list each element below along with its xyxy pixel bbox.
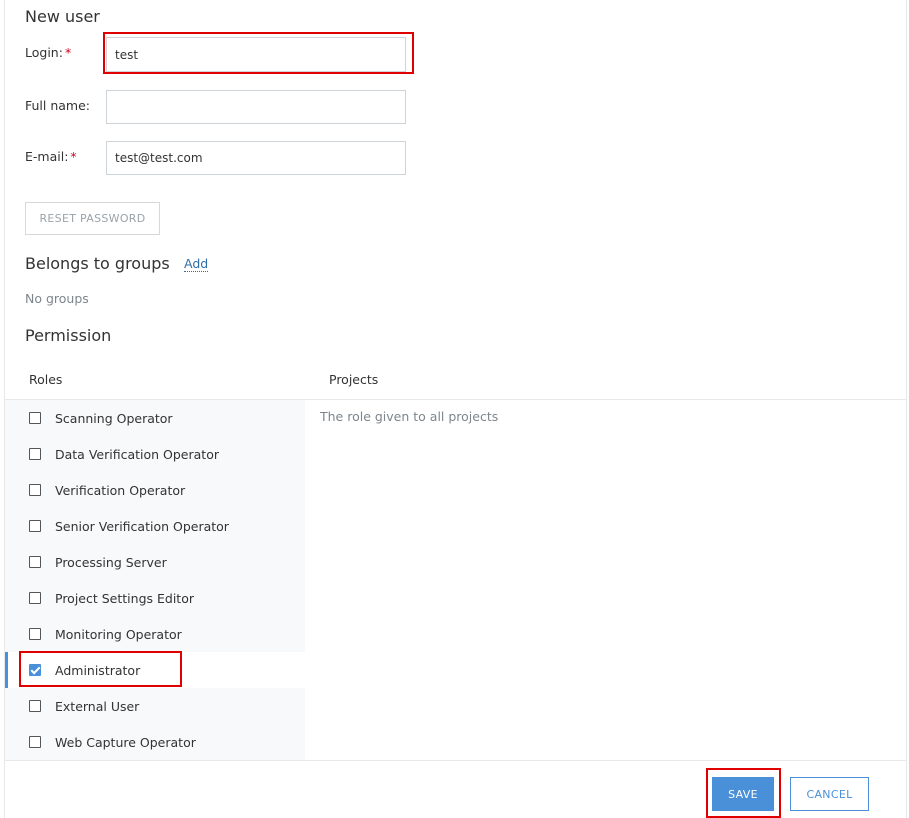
role-item-administrator[interactable]: Administrator [5, 652, 305, 688]
role-label: Project Settings Editor [55, 590, 194, 606]
role-checkbox[interactable] [29, 412, 41, 424]
groups-title: Belongs to groups [25, 254, 170, 273]
permission-title: Permission [25, 326, 112, 345]
role-item-scanning-operator[interactable]: Scanning Operator [5, 400, 305, 436]
role-checkbox[interactable] [29, 736, 41, 748]
roles-header: Roles [29, 372, 63, 387]
projects-note: The role given to all projects [320, 409, 499, 424]
required-mark: * [64, 45, 72, 60]
required-mark: * [70, 149, 77, 164]
reset-password-button[interactable]: RESET PASSWORD [25, 202, 160, 235]
role-checkbox[interactable] [29, 484, 41, 496]
role-label: Senior Verification Operator [55, 518, 229, 534]
login-input[interactable] [106, 37, 406, 72]
role-item-data-verification-operator[interactable]: Data Verification Operator [5, 436, 305, 472]
role-checkbox-checked[interactable] [29, 664, 41, 676]
add-group-link[interactable]: Add [184, 256, 209, 272]
role-checkbox[interactable] [29, 556, 41, 568]
role-checkbox[interactable] [29, 700, 41, 712]
role-item-external-user[interactable]: External User [5, 688, 305, 724]
role-checkbox[interactable] [29, 628, 41, 640]
projects-header: Projects [329, 372, 379, 387]
role-label: Administrator [55, 662, 141, 678]
email-label: E-mail: * [25, 149, 77, 164]
role-checkbox[interactable] [29, 592, 41, 604]
role-item-web-capture-operator[interactable]: Web Capture Operator [5, 724, 305, 760]
role-label: Scanning Operator [55, 410, 173, 426]
cancel-button[interactable]: CANCEL [790, 777, 869, 811]
role-label: Web Capture Operator [55, 734, 196, 750]
role-checkbox[interactable] [29, 448, 41, 460]
role-item-verification-operator[interactable]: Verification Operator [5, 472, 305, 508]
role-label: Processing Server [55, 554, 167, 570]
role-label: Data Verification Operator [55, 446, 219, 462]
role-item-project-settings-editor[interactable]: Project Settings Editor [5, 580, 305, 616]
full-name-input[interactable] [106, 90, 406, 124]
role-checkbox[interactable] [29, 520, 41, 532]
email-input[interactable] [106, 141, 406, 175]
role-item-monitoring-operator[interactable]: Monitoring Operator [5, 616, 305, 652]
save-button[interactable]: SAVE [712, 777, 774, 811]
footer-divider [5, 760, 907, 761]
role-label: Monitoring Operator [55, 626, 182, 642]
login-label: Login: * [25, 45, 72, 60]
role-label: External User [55, 698, 140, 714]
role-item-processing-server[interactable]: Processing Server [5, 544, 305, 580]
page-title: New user [25, 7, 100, 26]
full-name-label: Full name: [25, 98, 91, 113]
no-groups-text: No groups [25, 291, 89, 306]
role-label: Verification Operator [55, 482, 186, 498]
role-item-senior-verification-operator[interactable]: Senior Verification Operator [5, 508, 305, 544]
